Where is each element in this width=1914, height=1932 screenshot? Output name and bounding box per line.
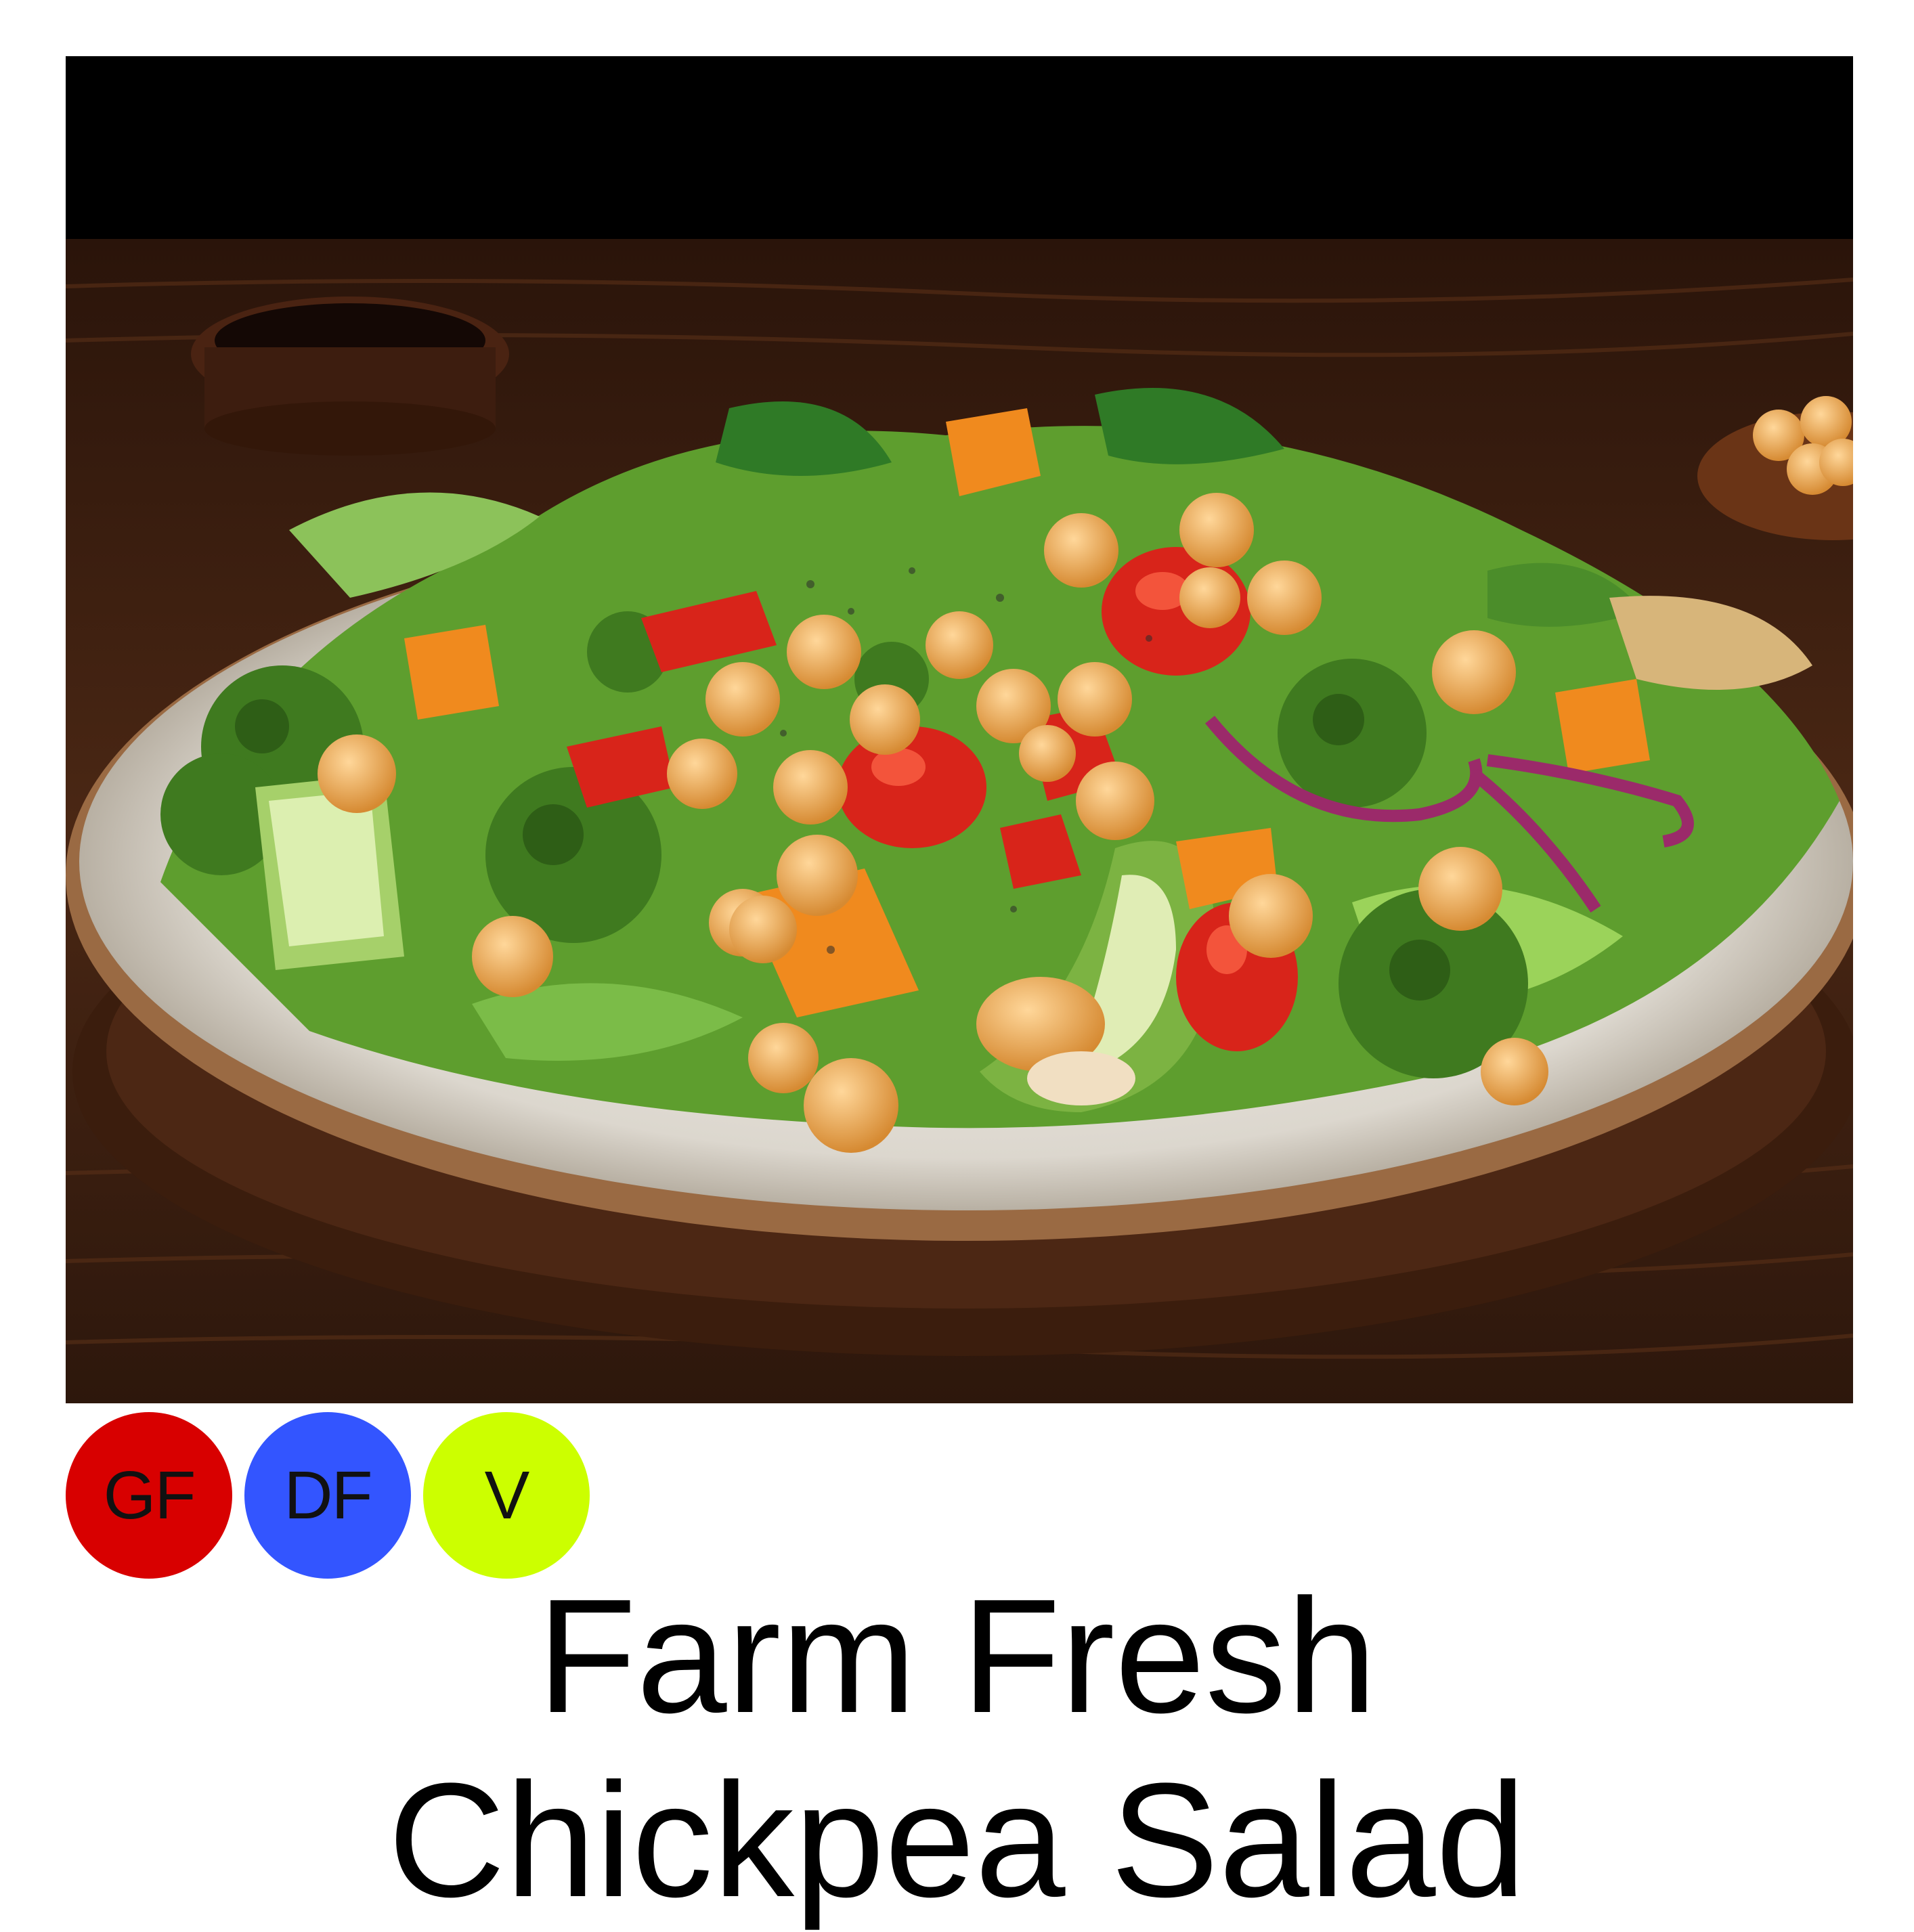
dietary-badges: GF DF V: [66, 1412, 590, 1580]
salad-photo: [66, 56, 1853, 1403]
dairy-free-badge: DF: [244, 1412, 411, 1579]
salad-illustration: [66, 56, 1853, 1403]
vegan-badge: V: [423, 1412, 590, 1579]
gluten-free-badge: GF: [66, 1412, 232, 1579]
badge-label: V: [484, 1457, 530, 1533]
badge-label: GF: [103, 1457, 196, 1533]
dish-title-line-2: Chickpea Salad: [387, 1749, 1527, 1931]
dish-title: Farm Fresh Chickpea Salad: [0, 1564, 1914, 1932]
badge-label: DF: [284, 1457, 372, 1533]
dish-title-line-1: Farm Fresh: [537, 1565, 1377, 1747]
dark-backdrop: [66, 56, 1853, 242]
